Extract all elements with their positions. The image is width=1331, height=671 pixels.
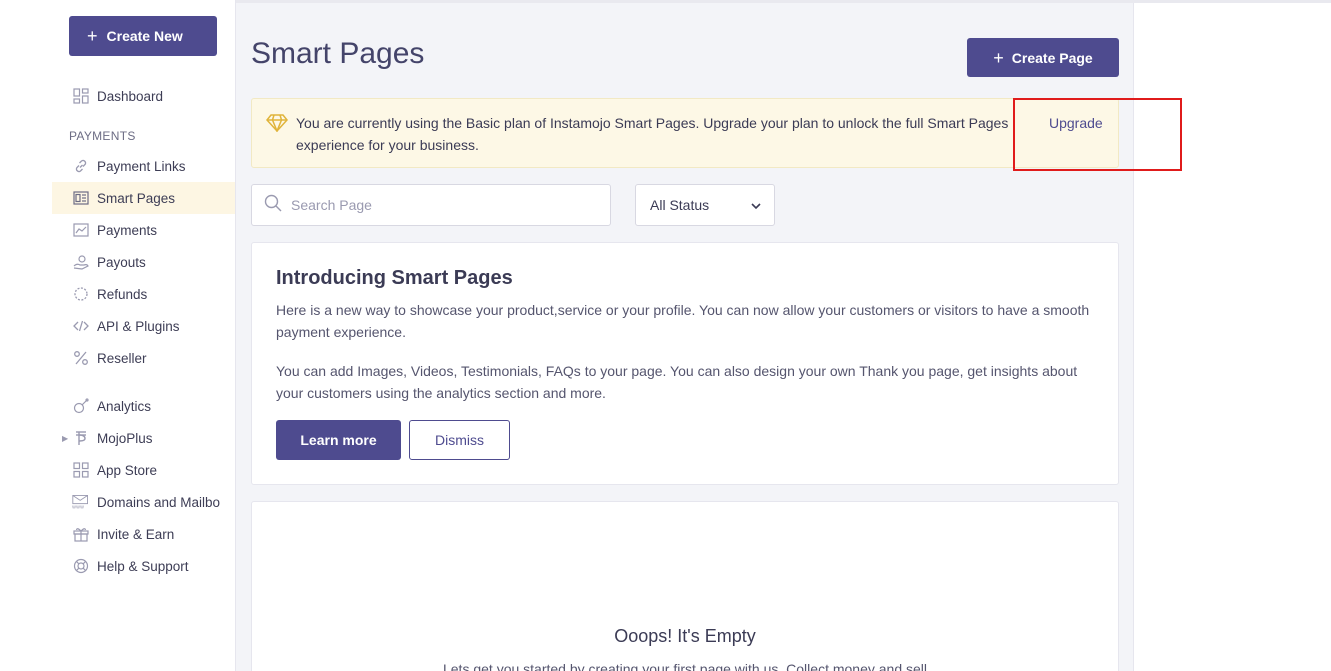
refund-icon (72, 285, 90, 303)
sidebar-item-smart-pages[interactable]: Smart Pages (52, 182, 235, 214)
create-page-label: Create Page (1011, 49, 1093, 66)
sidebar-item-reseller[interactable]: Reseller (52, 342, 235, 374)
sidebar-item-domains-mailbox[interactable]: www Domains and Mailbo (52, 486, 235, 518)
sidebar-item-payments[interactable]: Payments (52, 214, 235, 246)
intro-card: Introducing Smart Pages Here is a new wa… (251, 242, 1119, 485)
grid-icon (72, 87, 90, 105)
status-filter-value: All Status (650, 197, 710, 213)
sidebar-item-label: Invite & Earn (97, 526, 175, 542)
empty-state-title: Ooops! It's Empty (614, 626, 756, 646)
percent-icon (72, 349, 90, 367)
sidebar-item-label: Reseller (97, 350, 147, 366)
mojoplus-icon (72, 429, 90, 447)
sidebar-item-payouts[interactable]: Payouts (52, 246, 235, 278)
plus-icon: + (993, 47, 1004, 68)
support-icon (72, 557, 90, 575)
create-new-button[interactable]: + Create New (69, 16, 217, 56)
mail-icon: www (72, 493, 90, 511)
sidebar-item-payment-links[interactable]: Payment Links (52, 150, 235, 182)
sidebar-item-label: Smart Pages (97, 190, 176, 206)
diamond-icon (266, 114, 288, 137)
upgrade-banner: You are currently using the Basic plan o… (251, 98, 1119, 168)
learn-more-button[interactable]: Learn more (276, 420, 401, 460)
sidebar-item-app-store[interactable]: App Store (52, 454, 235, 486)
search-icon (264, 194, 282, 217)
sidebar-item-label: Dashboard (97, 88, 164, 104)
intro-paragraph-1: Here is a new way to showcase your produ… (276, 302, 1090, 340)
sidebar-item-invite-earn[interactable]: Invite & Earn (52, 518, 235, 550)
empty-state-card: Ooops! It's Empty Lets get you started b… (251, 501, 1119, 671)
sidebar-item-label: Payouts (97, 254, 146, 270)
chevron-down-icon (750, 197, 762, 213)
sidebar-item-refunds[interactable]: Refunds (52, 278, 235, 310)
dismiss-button[interactable]: Dismiss (409, 420, 510, 460)
plus-icon: + (87, 26, 98, 46)
upgrade-highlight-box (1013, 98, 1182, 171)
analytics-icon (72, 397, 90, 415)
main-content: Smart Pages + Create Page You are curren… (236, 3, 1134, 671)
intro-title: Introducing Smart Pages (276, 267, 513, 289)
sidebar-item-analytics[interactable]: Analytics (52, 390, 235, 422)
sidebar-item-label: Domains and Mailbo (97, 494, 221, 510)
sidebar: + Create New Dashboard PAYMENTS Payment … (0, 0, 236, 671)
sidebar-item-label: Payments (97, 222, 158, 238)
search-box (251, 184, 611, 226)
page-title: Smart Pages (251, 37, 425, 70)
sidebar-item-label: App Store (97, 462, 158, 478)
sidebar-item-dashboard[interactable]: Dashboard (52, 80, 235, 112)
sidebar-item-label: Help & Support (97, 558, 189, 574)
chart-icon (72, 221, 90, 239)
sidebar-item-help-support[interactable]: Help & Support (52, 550, 235, 582)
create-new-label: Create New (106, 28, 183, 44)
sidebar-item-label: API & Plugins (97, 318, 180, 334)
intro-paragraph-2: You can add Images, Videos, Testimonials… (276, 363, 1078, 401)
sidebar-item-label: Analytics (97, 398, 152, 414)
empty-state-subtitle: Lets get you started by creating your fi… (442, 661, 928, 671)
create-page-button[interactable]: + Create Page (967, 38, 1119, 77)
apps-icon (72, 461, 90, 479)
sidebar-item-api-plugins[interactable]: API & Plugins (52, 310, 235, 342)
payouts-icon (72, 253, 90, 271)
sidebar-item-label: MojoPlus (97, 430, 153, 446)
sidebar-item-mojoplus[interactable]: MojoPlus (52, 422, 235, 454)
sidebar-item-label: Payment Links (97, 158, 186, 174)
sidebar-item-label: Refunds (97, 286, 148, 302)
section-label-payments: PAYMENTS (69, 129, 136, 143)
search-input[interactable] (291, 197, 591, 213)
banner-message: You are currently using the Basic plan o… (296, 115, 1009, 153)
link-icon (72, 157, 90, 175)
code-icon (72, 317, 90, 335)
status-filter-select[interactable]: All Status (635, 184, 775, 226)
page-icon (72, 189, 90, 207)
svg-text:www: www (72, 505, 84, 511)
gift-icon (72, 525, 90, 543)
